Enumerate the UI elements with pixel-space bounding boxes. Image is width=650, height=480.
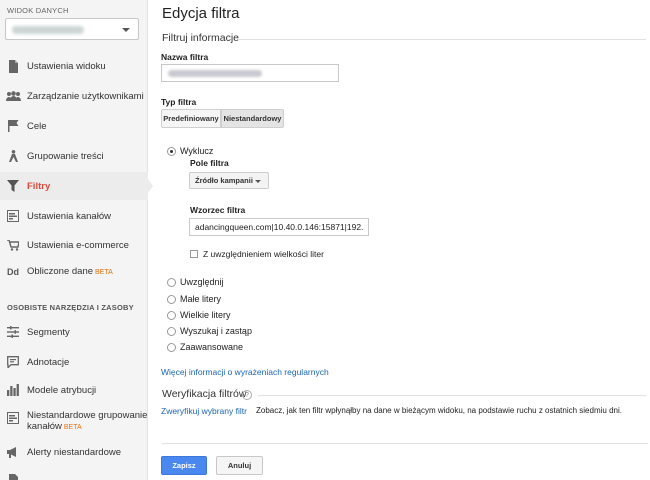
sidebar-item-label: Filtry	[27, 180, 51, 192]
lowercase-radio[interactable]	[167, 295, 176, 304]
regex-info-link[interactable]: Więcej informacji o wyrażeniach regularn…	[161, 367, 329, 377]
sidebar-item-label: Alerty niestandardowe	[27, 446, 121, 458]
custom-channels-icon	[0, 410, 26, 424]
divider	[258, 395, 646, 396]
megaphone-icon	[0, 446, 26, 458]
search-replace-radio[interactable]	[167, 327, 176, 336]
sidebar-item-label: Obliczone dane BETA	[27, 266, 113, 277]
sidebar-item-label: Cele	[27, 120, 47, 132]
tools-section-label: OSOBISTE NARZĘDZIA I ZASOBY	[7, 303, 134, 312]
document-icon	[0, 59, 26, 73]
sidebar-item-label: Adnotacje	[27, 356, 70, 368]
filter-field-select[interactable]: Źródło kampanii	[189, 172, 269, 189]
sidebar-item-custom-alerts[interactable]: Alerty niestandardowe	[0, 438, 148, 466]
save-button[interactable]: Zapisz	[161, 456, 207, 475]
sidebar-item-channel-settings[interactable]: Ustawienia kanałów	[0, 202, 148, 230]
channels-icon	[0, 210, 26, 222]
document-icon	[0, 473, 26, 480]
sidebar-item-custom-channel-grouping[interactable]: Niestandardowe grupowanie kanałów BETA	[0, 406, 148, 438]
sidebar-item-label: Grupowanie treści	[27, 150, 104, 162]
sidebar-item-view-settings[interactable]: Ustawienia widoku	[0, 52, 148, 80]
exclude-radio[interactable]	[167, 147, 176, 156]
verify-filter-link[interactable]: Zweryfikuj wybrany filtr	[161, 406, 247, 416]
sidebar-item-more[interactable]	[0, 466, 148, 480]
filter-type-label: Typ filtra	[161, 97, 197, 107]
view-selector[interactable]	[5, 18, 139, 40]
advanced-radio[interactable]	[167, 343, 176, 352]
sidebar-item-label: Modele atrybucji	[27, 384, 97, 396]
section-filter-info: Filtruj informacje	[162, 32, 240, 44]
include-radio[interactable]	[167, 278, 176, 287]
verify-description: Zobacz, jak ten filtr wpłynąłby na dane …	[256, 406, 622, 415]
search-replace-label: Wyszukaj i zastąp	[180, 326, 252, 336]
exclude-label: Wyklucz	[180, 146, 214, 156]
filter-name-redacted	[168, 70, 262, 77]
annotation-icon	[0, 356, 26, 368]
sidebar-item-label: Niestandardowe grupowanie kanałów BETA	[27, 410, 148, 432]
sidebar-item-filters[interactable]: Filtry	[0, 172, 148, 200]
filter-field-value: Źródło kampanii	[195, 176, 253, 185]
view-label: WIDOK DANYCH	[7, 6, 69, 15]
lowercase-label: Małe litery	[180, 294, 222, 304]
chevron-down-icon	[122, 28, 130, 32]
filter-name-label: Nazwa filtra	[161, 52, 209, 62]
filter-pattern-label: Wzorzec filtra	[190, 205, 246, 215]
uppercase-radio[interactable]	[167, 311, 176, 320]
flag-icon	[0, 120, 26, 132]
sidebar-item-content-grouping[interactable]: Grupowanie treści	[0, 142, 148, 170]
case-sensitive-label: Z uwzględnieniem wielkości liter	[203, 249, 324, 259]
chevron-down-icon	[255, 180, 261, 183]
sidebar-item-calculated-metrics[interactable]: Dd Obliczone dane BETA	[0, 258, 148, 286]
uppercase-label: Wielkie litery	[180, 310, 231, 320]
dd-icon: Dd	[7, 267, 19, 277]
sidebar-item-label: Zarządzanie użytkownikami	[27, 90, 144, 102]
bar-chart-icon	[0, 384, 26, 396]
tab-predefined[interactable]: Predefiniowany	[161, 109, 221, 128]
filter-icon	[0, 180, 26, 192]
segments-icon	[0, 326, 26, 338]
sidebar-item-users[interactable]: Zarządzanie użytkownikami	[0, 82, 148, 110]
divider	[162, 443, 648, 444]
sidebar-item-label: Ustawienia kanałów	[27, 210, 111, 222]
section-filter-verification: Weryfikacja filtrów	[162, 388, 247, 400]
beta-badge: BETA	[63, 424, 82, 431]
sidebar-item-goals[interactable]: Cele	[0, 112, 148, 140]
main-panel: Edycja filtra Filtruj informacje Nazwa f…	[148, 0, 650, 480]
person-walk-icon	[0, 150, 26, 162]
filter-pattern-input[interactable]	[189, 218, 369, 236]
page-title: Edycja filtra	[162, 5, 240, 22]
tab-custom[interactable]: Niestandardowy	[221, 109, 284, 128]
sidebar: WIDOK DANYCH Ustawienia widoku Zarządzan…	[0, 0, 148, 480]
case-sensitive-checkbox[interactable]	[190, 250, 198, 258]
sidebar-item-ecommerce[interactable]: Ustawienia e-commerce	[0, 231, 148, 259]
sidebar-item-segments[interactable]: Segmenty	[0, 318, 148, 346]
divider	[238, 39, 646, 40]
filter-field-label: Pole filtra	[190, 158, 229, 168]
filter-name-input[interactable]	[161, 64, 339, 82]
help-icon[interactable]: ?	[242, 390, 252, 400]
cart-icon	[0, 239, 26, 251]
cancel-button[interactable]: Anuluj	[216, 456, 263, 475]
view-name-redacted	[12, 26, 84, 34]
sidebar-item-label: Ustawienia widoku	[27, 60, 106, 72]
sidebar-item-label: Ustawienia e-commerce	[27, 239, 129, 251]
users-icon	[0, 91, 26, 101]
sidebar-item-annotations[interactable]: Adnotacje	[0, 348, 148, 376]
sidebar-item-attribution[interactable]: Modele atrybucji	[0, 376, 148, 404]
include-label: Uwzględnij	[180, 277, 224, 287]
advanced-label: Zaawansowane	[180, 342, 244, 352]
sidebar-item-label: Segmenty	[27, 326, 70, 338]
beta-badge: BETA	[95, 269, 113, 276]
